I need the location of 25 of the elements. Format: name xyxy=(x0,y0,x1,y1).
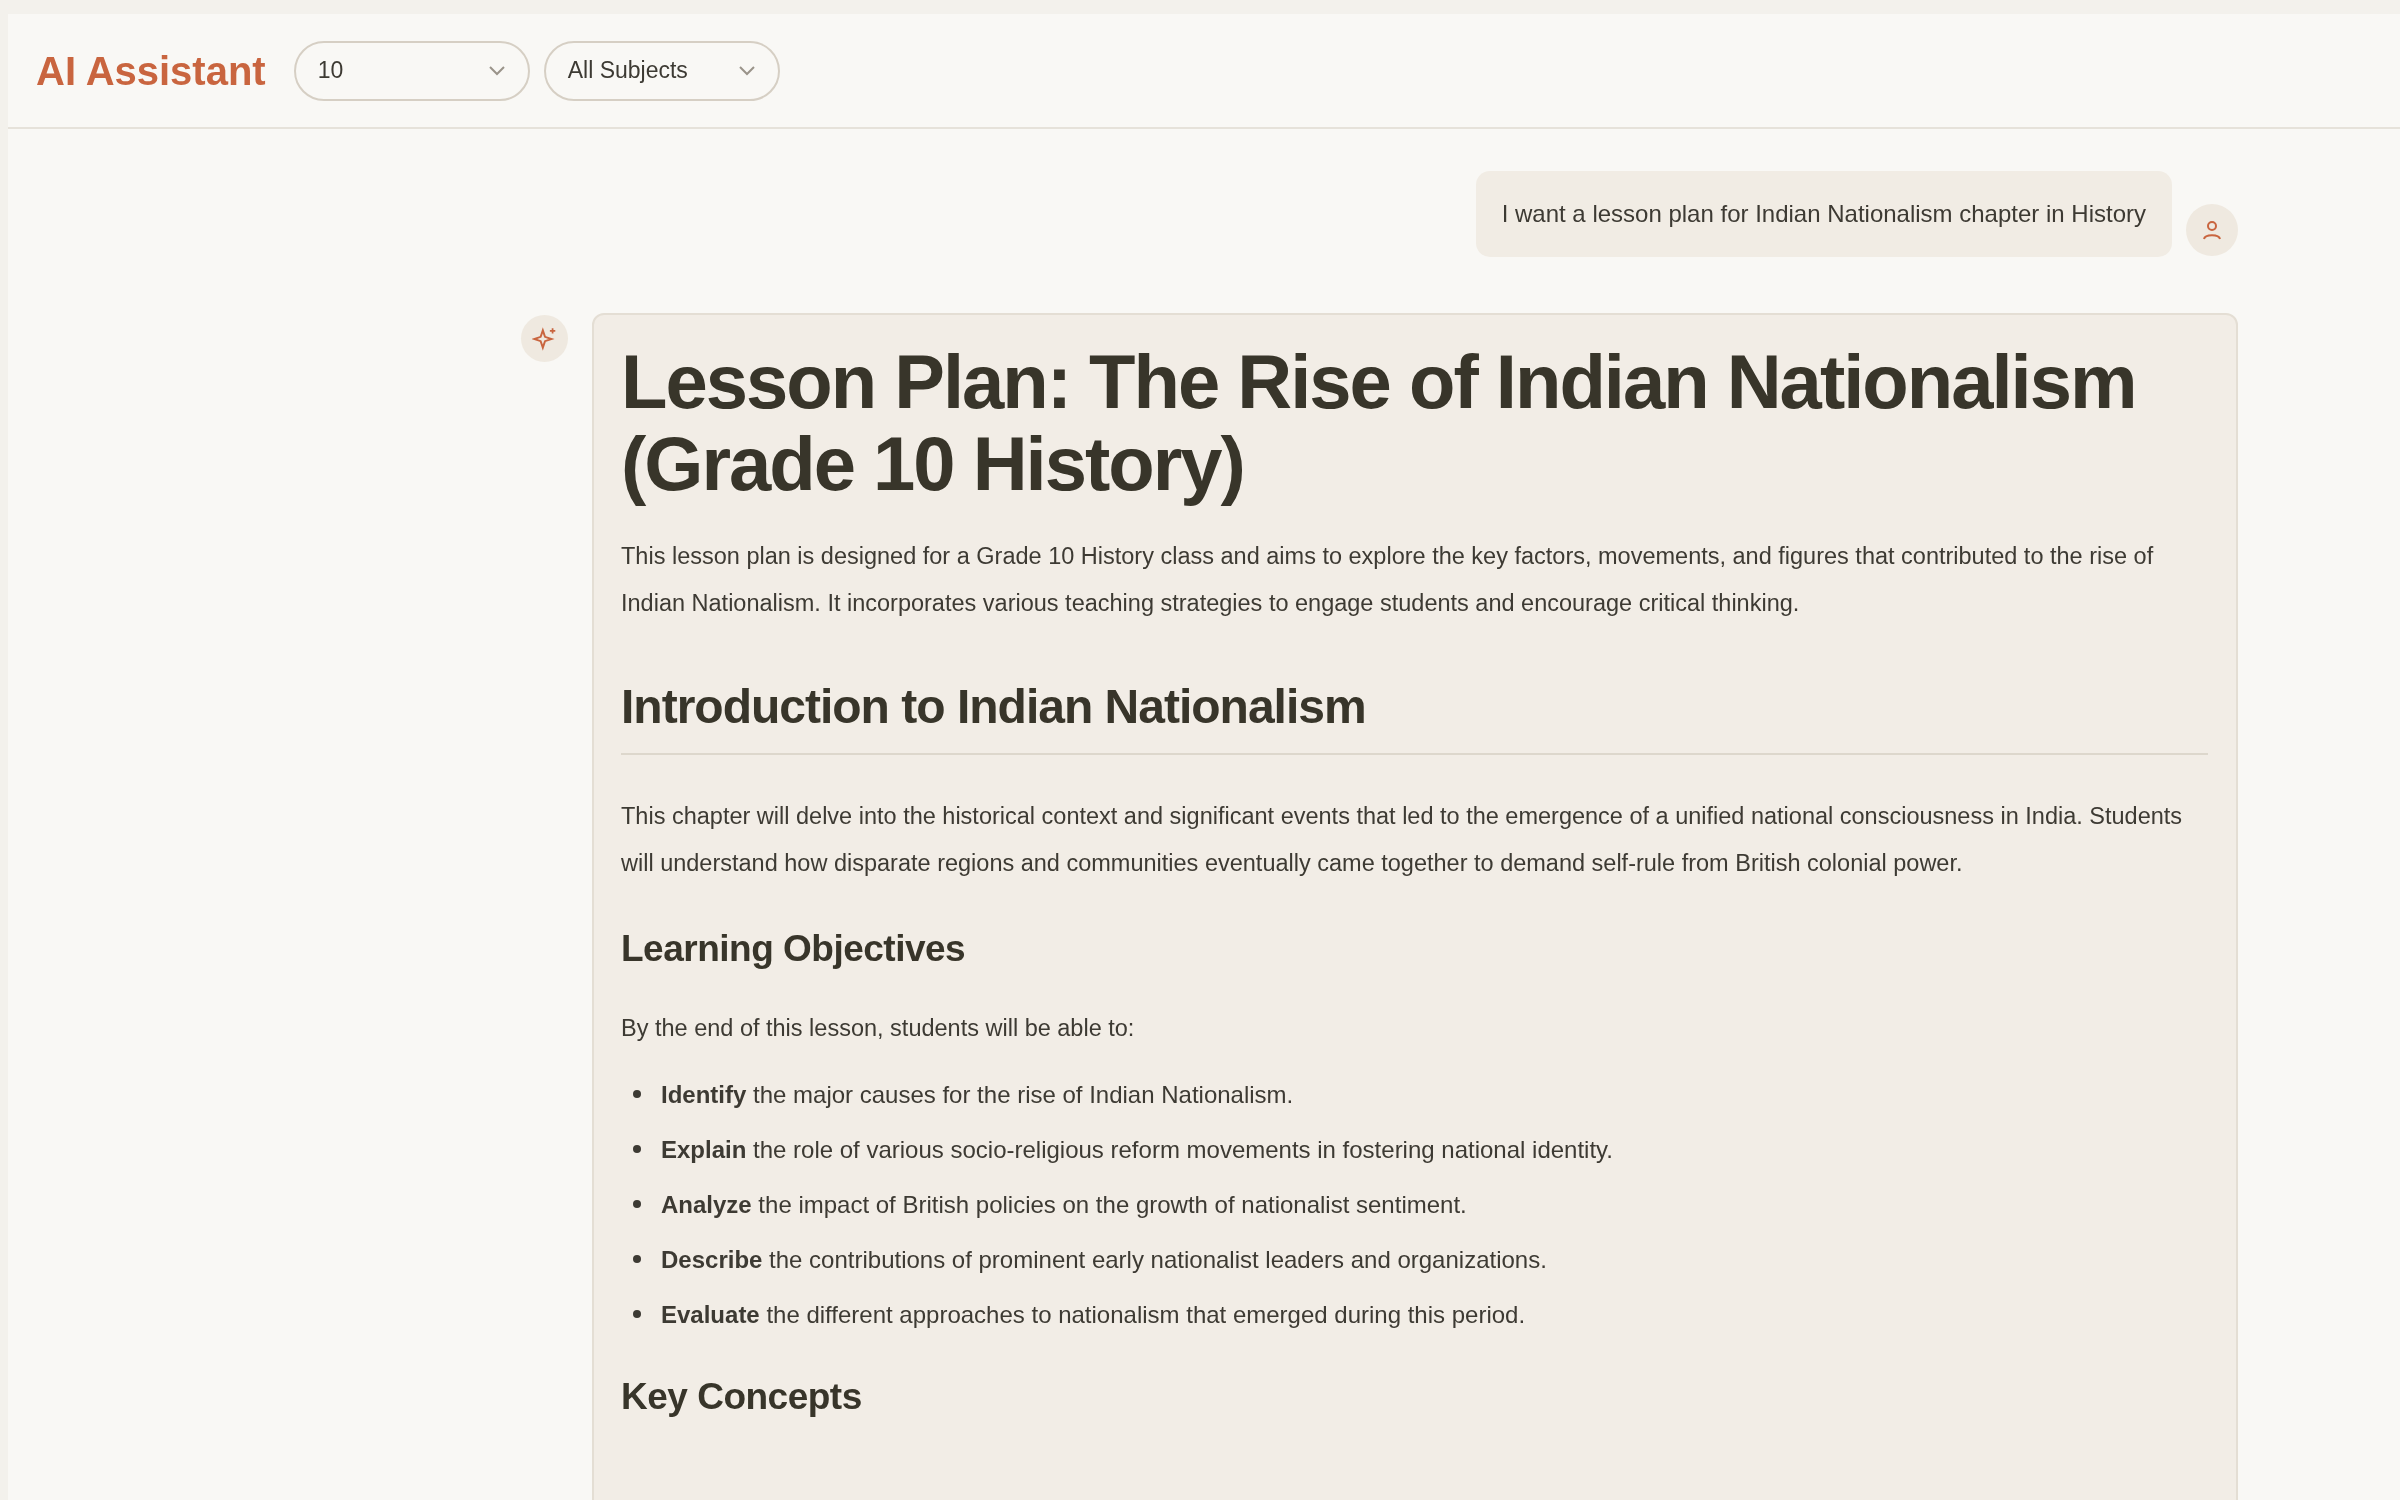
subsection-heading: Learning Objectives xyxy=(621,927,967,971)
lesson-heading: Lesson Plan: The Rise of Indian Nationalism (Grade 10 History) xyxy=(621,341,2137,505)
objective-text: Explain the role of various socio-religious reform movements in fostering national identity. xyxy=(661,1134,1613,1165)
bullet-icon xyxy=(633,1200,641,1208)
chevron-down-icon xyxy=(487,64,506,77)
grade-dropdown[interactable]: 10 xyxy=(293,40,530,101)
app-title: AI Assistant xyxy=(36,47,266,95)
bullet-icon xyxy=(633,1145,641,1153)
bullet-icon xyxy=(633,1255,641,1263)
paragraph: This lesson plan is designed for a Grade 10 History class and aims to explore the key factors, movements, and figures that contributed to the rise of Indian Nationalism. It incorporates various teaching strategies to engage students and encourage critical thinking. xyxy=(621,542,2155,618)
paragraph: By the end of this lesson, students will be able to: xyxy=(621,1013,1136,1043)
objective-text: Describe the contributions of prominent early nationalist leaders and organizations. xyxy=(661,1244,1547,1275)
user-avatar-icon xyxy=(2186,204,2238,256)
subject-dropdown[interactable]: All Subjects xyxy=(543,40,780,101)
paragraph: This chapter will delve into the historical context and significant events that led to the emergence of a unified national consciousness in India. Students will understand how disparate regions and communities eventually came together to demand self-rule from British colonial power. xyxy=(621,802,2184,878)
user-message: I want a lesson plan for Indian Nationalism chapter in History xyxy=(1475,171,2172,257)
bullet-icon xyxy=(633,1310,641,1318)
objective-text: Evaluate the different approaches to nationalism that emerged during this period. xyxy=(661,1299,1526,1330)
sparkle-icon xyxy=(521,315,568,362)
subsection-heading: Key Concepts xyxy=(621,1374,863,1419)
chevron-down-icon xyxy=(737,64,756,77)
section-heading: Introduction to Indian Nationalism xyxy=(621,671,2208,755)
bullet-icon xyxy=(633,1090,641,1098)
objective-text: Identify the major causes for the rise of Indian Nationalism. xyxy=(661,1079,1294,1110)
objective-text: Analyze the impact of British policies on the growth of nationalist sentiment. xyxy=(661,1189,1467,1220)
